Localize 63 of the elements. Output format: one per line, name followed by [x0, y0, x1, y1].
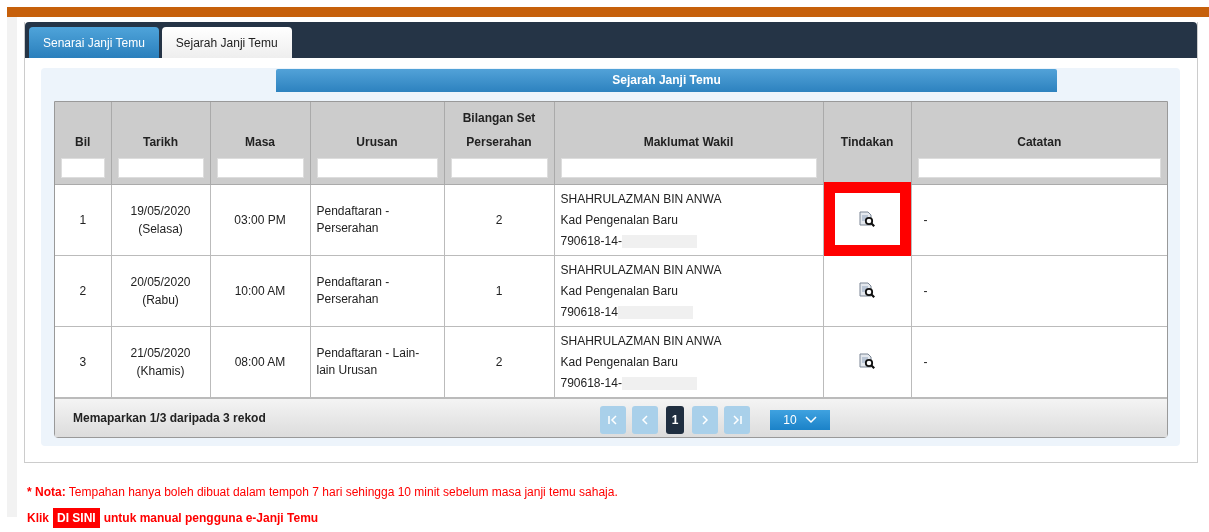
id-number: 790618-14-: [560, 374, 622, 392]
table-cell: 3: [79, 355, 87, 369]
filter-field[interactable]: [917, 158, 1161, 178]
page-size-dropdown[interactable]: 10: [770, 410, 830, 430]
table-cell-text: Pendaftaran - Perserahan: [316, 203, 391, 237]
tab[interactable]: Senarai Janji Temu: [29, 27, 159, 58]
chevron-icon: [639, 415, 651, 425]
agent-name: SHAHRULAZMAN BIN ANWA: [560, 261, 723, 279]
view-document-icon[interactable]: [858, 353, 876, 369]
column-header: Bil: [74, 134, 92, 151]
table-cell: 2: [495, 213, 503, 227]
view-document-icon[interactable]: [858, 211, 876, 227]
tab[interactable]: Sejarah Janji Temu: [161, 27, 292, 58]
panel-title: Sejarah Janji Temu: [276, 69, 1057, 92]
manual-prompt: Klik: [27, 511, 49, 525]
table-cell-text: Pendaftaran - Lain-lain Urusan: [316, 345, 421, 379]
note-text: * Nota: Tempahan hanya boleh dibuat dalam tempoh 7 hari sehingga 10 minit sebelum masa janji temu sahaja.: [27, 485, 619, 499]
column-header: Tarikh: [141, 134, 180, 151]
column-header: Urusan: [355, 134, 399, 151]
table-cell: 2: [495, 355, 503, 369]
agent-name: SHAHRULAZMAN BIN ANWA: [560, 190, 723, 208]
chevron-down-icon: [804, 416, 817, 424]
table-cell-text: -: [922, 284, 928, 298]
table-cell: 03:00 PM: [234, 213, 286, 227]
table-cell-text: (Khamis): [135, 363, 186, 380]
agent-name: SHAHRULAZMAN BIN ANWA: [560, 332, 723, 350]
record-summary: Memaparkan 1/3 daripada 3 rekod: [73, 411, 266, 425]
id-number: 790618-14: [560, 303, 618, 321]
id-number: 790618-14-: [560, 232, 622, 250]
filter-field[interactable]: [216, 158, 304, 178]
filter-field[interactable]: [316, 158, 438, 178]
id-type: Kad Pengenalan Baru: [560, 211, 679, 229]
table-cell-text: (Rabu): [141, 292, 180, 309]
filter-field[interactable]: [61, 158, 105, 178]
column-header: Catatan: [1016, 134, 1063, 151]
table-cell-text: -: [922, 213, 928, 227]
filter-field[interactable]: [560, 158, 817, 178]
table-cell-text: 19/05/2020: [130, 203, 191, 220]
table-cell-text: -: [922, 355, 928, 369]
table-cell-text: 20/05/2020: [130, 274, 191, 291]
column-header: Tindakan: [839, 134, 895, 151]
view-document-icon[interactable]: [858, 282, 876, 298]
table-cell: 1: [79, 213, 87, 227]
filter-field[interactable]: [450, 158, 548, 178]
table-cell-text: 21/05/2020: [130, 345, 191, 362]
table-cell: 08:00 AM: [234, 355, 286, 369]
filter-field[interactable]: [117, 158, 204, 178]
id-type: Kad Pengenalan Baru: [560, 282, 679, 300]
column-header: Bilangan Set Perserahan: [461, 110, 537, 151]
table-cell: 10:00 AM: [234, 284, 286, 298]
table-cell-text: Pendaftaran - Perserahan: [316, 274, 391, 308]
skip-arrow-icon: [731, 415, 743, 425]
table-cell: 2: [79, 284, 87, 298]
table-cell: 1: [495, 284, 503, 298]
page-button[interactable]: 1: [666, 406, 684, 434]
skip-arrow-icon: [607, 415, 619, 425]
id-type: Kad Pengenalan Baru: [560, 353, 679, 371]
chevron-icon: [699, 415, 711, 425]
column-header: Maklumat Wakil: [642, 134, 735, 151]
table-cell-text: (Selasa): [137, 221, 184, 238]
manual-link[interactable]: DI SINI: [53, 508, 100, 528]
column-header: Masa: [244, 134, 276, 151]
manual-prompt: untuk manual pengguna e-Janji Temu: [103, 511, 319, 525]
